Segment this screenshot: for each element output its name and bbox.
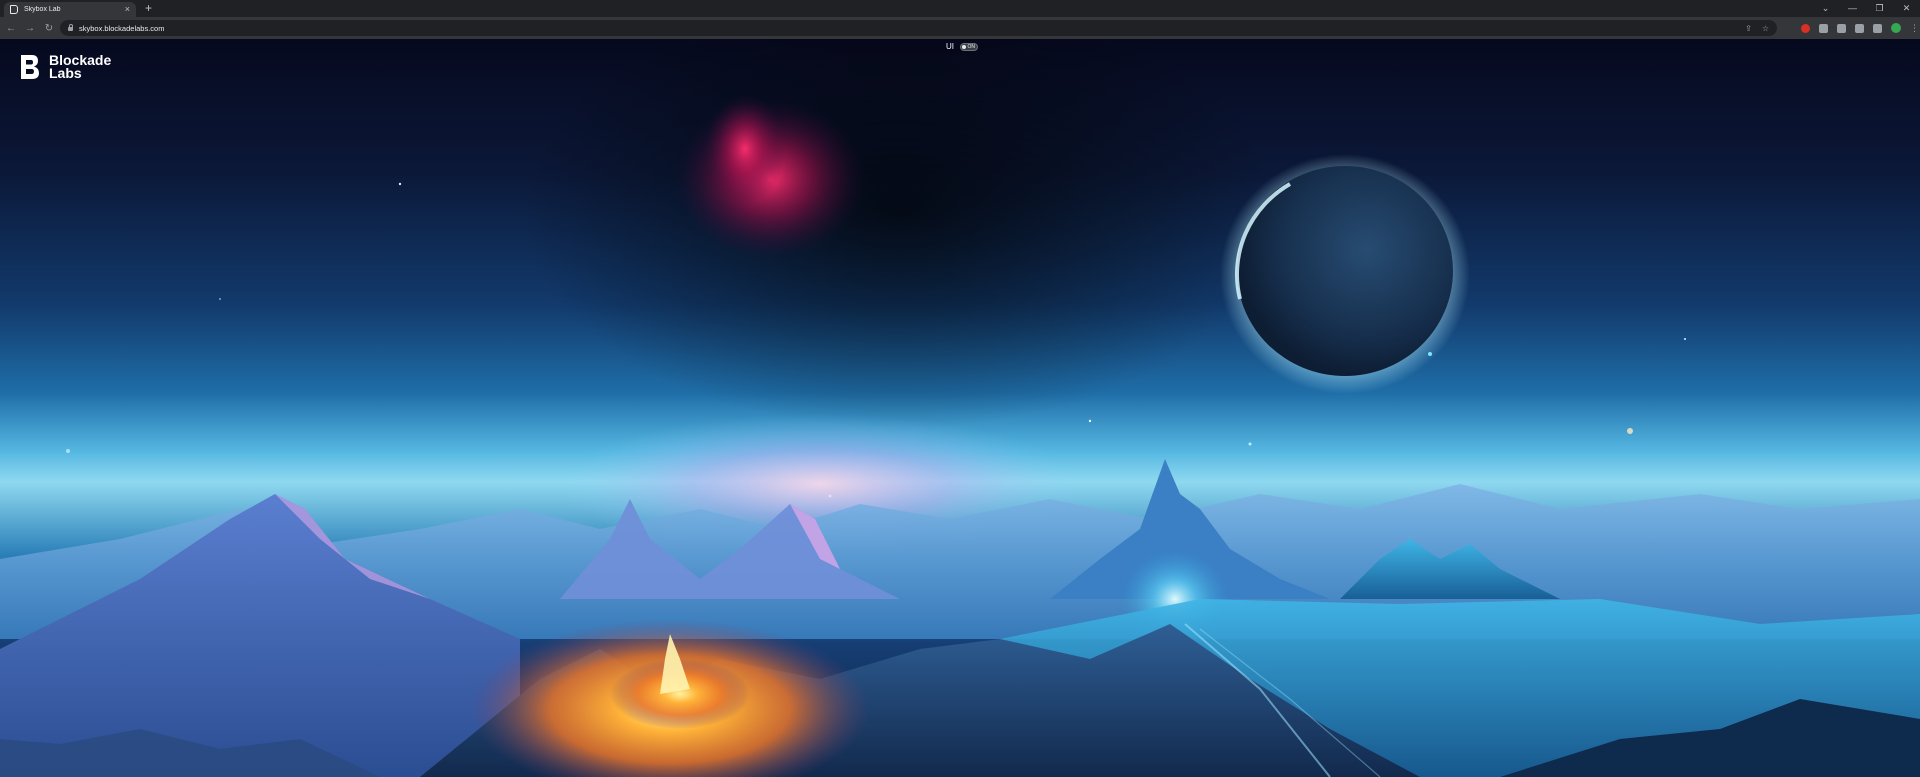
blockade-labs-logo[interactable]: Blockade Labs [19, 53, 111, 81]
switch-knob [962, 44, 966, 49]
skybox-scene [0, 39, 1920, 777]
tab-search-icon[interactable]: ⌄ [1812, 0, 1839, 17]
ui-toggle-label: UI [946, 42, 954, 51]
new-tab-button[interactable]: + [145, 2, 152, 14]
logo-line-2: Labs [49, 65, 82, 81]
bookmark-star-icon[interactable]: ☆ [1762, 24, 1769, 33]
address-bar-actions: ⇪ ☆ [1745, 20, 1769, 36]
tab-close-icon[interactable]: × [125, 5, 130, 14]
ui-toggle[interactable]: UI ON [946, 42, 978, 51]
forward-button[interactable]: → [22, 23, 38, 34]
extensions-area: ⋮ [1801, 20, 1919, 36]
side-panel-icon[interactable] [1873, 23, 1882, 33]
url-text[interactable]: skybox.blockadelabs.com [79, 24, 164, 33]
skybox-viewport[interactable]: Blockade Labs UI ON [0, 39, 1920, 777]
share-icon[interactable]: ⇪ [1745, 24, 1752, 33]
tab-strip: Skybox Lab × + ⌄ — ❐ ✕ [0, 0, 1920, 17]
tab-skybox-lab[interactable]: Skybox Lab × [4, 2, 136, 17]
puzzle-piece-icon[interactable] [1837, 23, 1846, 33]
profile-avatar-icon[interactable] [1891, 23, 1901, 33]
lock-icon[interactable] [68, 23, 73, 31]
ui-toggle-switch[interactable]: ON [960, 42, 978, 51]
reload-button[interactable]: ↻ [41, 23, 57, 34]
browser-toolbar: ← → ↻ skybox.blockadelabs.com ⇪ ☆ ⋮ [0, 17, 1920, 39]
extension-icon[interactable] [1819, 23, 1828, 33]
tab-title: Skybox Lab [24, 6, 61, 13]
reading-list-icon[interactable] [1855, 23, 1864, 33]
extension-red-icon[interactable] [1801, 23, 1810, 33]
switch-state-text: ON [967, 43, 976, 50]
close-window-button[interactable]: ✕ [1893, 0, 1920, 17]
blockade-b-icon [21, 55, 39, 79]
logo-wordmark: Blockade Labs [49, 53, 111, 81]
window-controls: ⌄ — ❐ ✕ [1812, 0, 1920, 17]
back-button[interactable]: ← [3, 23, 19, 34]
address-bar[interactable]: skybox.blockadelabs.com ⇪ ☆ [60, 20, 1777, 36]
menu-dots-icon[interactable]: ⋮ [1910, 23, 1919, 33]
minimize-button[interactable]: — [1839, 0, 1866, 17]
maximize-button[interactable]: ❐ [1866, 0, 1893, 17]
blockade-favicon-icon [10, 5, 18, 14]
